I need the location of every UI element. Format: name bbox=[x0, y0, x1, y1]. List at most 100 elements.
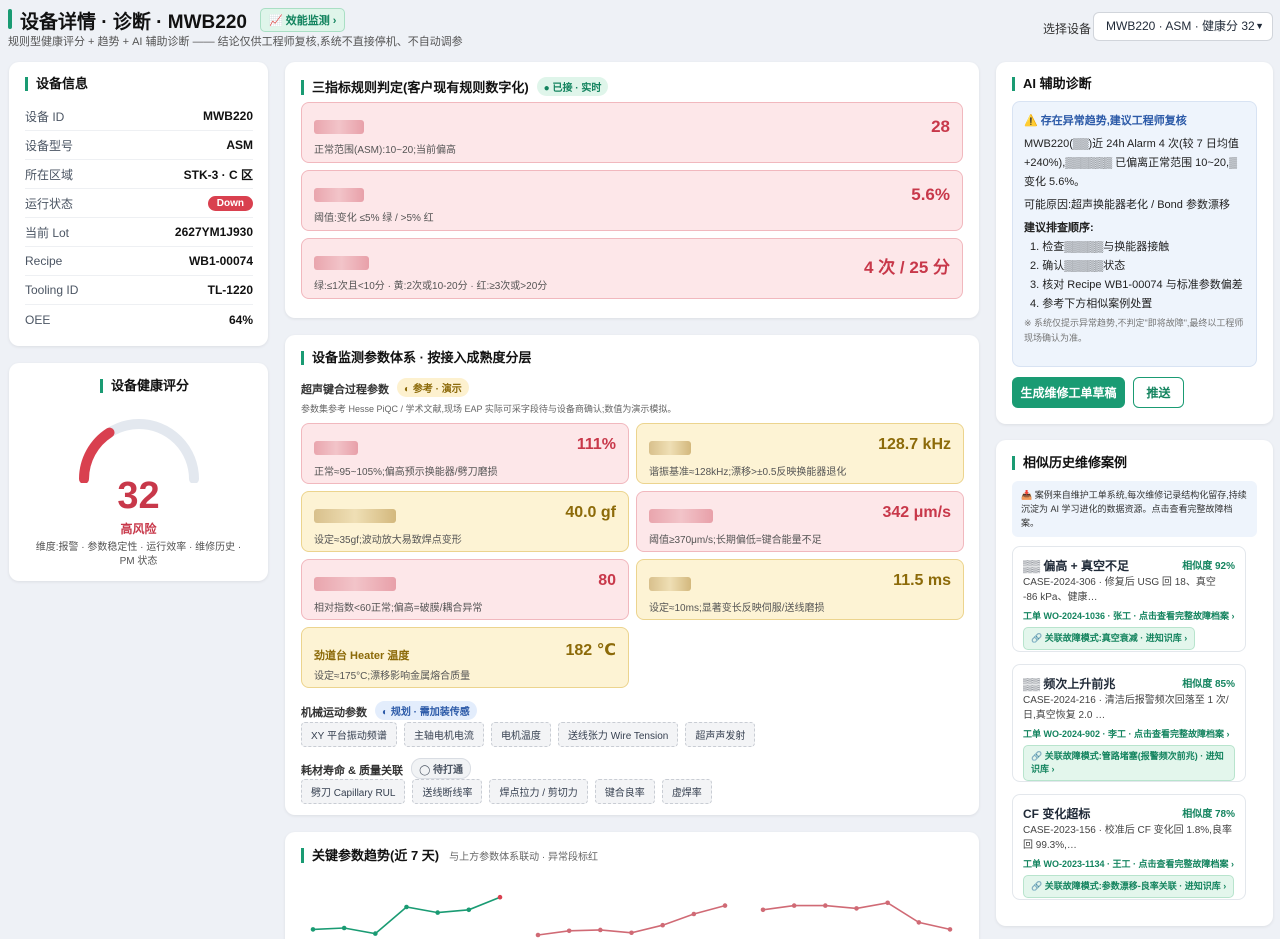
ai-alert: ⚠️ 存在异常趋势,建议工程师复核 bbox=[1024, 115, 1187, 127]
info-value: WB1-00074 bbox=[188, 254, 253, 268]
param-chip[interactable]: 主轴电机电流 bbox=[403, 722, 484, 747]
redacted-label bbox=[649, 577, 691, 591]
ai-steps-title: 建议排查顺序: bbox=[1024, 222, 1094, 234]
redacted-label bbox=[649, 509, 713, 523]
case-failure-mode-link[interactable]: 🔗 关联故障模式:管路堵塞(报警频次前兆) · 进知识库 › bbox=[1023, 745, 1235, 781]
param-value: 182 ℃ bbox=[565, 642, 616, 659]
gauge-track bbox=[79, 419, 199, 483]
redacted-label bbox=[314, 188, 364, 202]
page-subtitle: 规则型健康评分 + 趋势 + AI 辅助诊断 —— 结论仅供工程师复核,系统不直… bbox=[8, 36, 463, 48]
info-key: 所在区域 bbox=[25, 167, 74, 182]
trend-point bbox=[854, 906, 859, 911]
case-title: CF 变化超标 bbox=[1023, 807, 1091, 821]
ultra-badge: ◐ 参考 · 演示 bbox=[397, 378, 469, 397]
param-chip[interactable]: 电机温度 bbox=[490, 722, 551, 747]
info-row-tooling: Tooling ID TL-1220 bbox=[25, 276, 253, 305]
info-row-status: 运行状态 Down bbox=[25, 189, 253, 218]
consumable-section: 耗材寿命 & 质量关联 ◯ 待打通 bbox=[301, 758, 472, 779]
case-item[interactable]: ▒▒ 频次上升前兆 相似度 85% CASE-2024-216 · 清洁后报警频… bbox=[1012, 664, 1246, 782]
redacted-label bbox=[314, 256, 369, 270]
case-desc: CASE-2023-156 · 校准后 CF 变化回 1.8%,良率回 99.3… bbox=[1023, 825, 1232, 851]
rules-card: 三指标规则判定(客户现有规则数字化) ● 已接 · 实时 28 正常范围(ASM)… bbox=[285, 62, 979, 318]
health-title: 设备健康评分 bbox=[100, 379, 189, 393]
rule-desc: 绿:≤1次且<10分 · 黄:2次或10-20分 · 红:≥3次或>20分 bbox=[314, 281, 548, 292]
case-item[interactable]: ▒▒ 偏高 + 真空不足 相似度 92% CASE-2024-306 · 修复后… bbox=[1012, 546, 1246, 652]
rules-status-badge: ● 已接 · 实时 bbox=[536, 77, 609, 96]
device-select[interactable]: MWB220 · ASM · 健康分 32 ▼ bbox=[1093, 12, 1273, 41]
trend-point bbox=[629, 930, 634, 936]
param-card: 40.0 gf 设定≈35gf;波动放大易致焊点变形 bbox=[301, 491, 629, 552]
mech-chips: XY 平台振动频谱 主轴电机电流 电机温度 送线张力 Wire Tension … bbox=[301, 722, 756, 747]
redacted-label bbox=[314, 120, 364, 134]
case-item[interactable]: CF 变化超标 相似度 78% CASE-2023-156 · 校准后 CF 变… bbox=[1012, 794, 1246, 900]
trend-point bbox=[760, 907, 766, 913]
param-chip[interactable]: 劈刀 Capillary RUL bbox=[301, 779, 406, 804]
param-card: 劲道台 Heater 温度 182 ℃ 设定≈175°C;漂移影响金属熔合质量 bbox=[301, 627, 629, 688]
trend-point bbox=[691, 911, 697, 917]
case-work-order-link[interactable]: 工单 WO-2024-902 · 李工 · 点击查看完整故障档案 › bbox=[1023, 727, 1230, 740]
info-value: STK-3 · C 区 bbox=[183, 167, 253, 182]
ai-step: 3. 核对 Recipe WB1-00074 与标准参数偏差 bbox=[1030, 279, 1243, 291]
trend-point bbox=[404, 904, 409, 910]
health-score-value: 32 bbox=[117, 475, 160, 517]
param-desc: 谐振基准≈128kHz;漂移>±0.5反映换能器退化 bbox=[649, 467, 847, 478]
info-key: 设备型号 bbox=[25, 138, 74, 153]
trend-chart bbox=[310, 894, 953, 938]
info-row-oee: OEE 64% bbox=[25, 305, 253, 334]
info-value: 64% bbox=[228, 312, 253, 327]
param-desc: 设定≈175°C;漂移影响金属熔合质量 bbox=[314, 671, 471, 682]
info-row-area: 所在区域 STK-3 · C 区 bbox=[25, 160, 253, 189]
param-chip[interactable]: 超声声发射 bbox=[685, 722, 756, 747]
health-level: 高风险 bbox=[120, 522, 157, 536]
param-value: 128.7 kHz bbox=[878, 436, 951, 453]
ultra-section: 超声键合过程参数 ◐ 参考 · 演示 bbox=[301, 378, 469, 397]
trend-point bbox=[885, 900, 890, 906]
case-failure-mode-link[interactable]: 🔗 关联故障模式:参数漂移-良率关联 · 进知识库 › bbox=[1023, 875, 1235, 898]
efficiency-monitor-link[interactable]: 📈 效能监测 › bbox=[260, 8, 346, 32]
param-chip[interactable]: 送线张力 Wire Tension bbox=[557, 722, 679, 747]
ultra-note: 参数集参考 Hesse PiQC / 学术文献,现场 EAP 实际可采字段待与设… bbox=[301, 404, 677, 414]
case-title: ▒▒ 偏高 + 真空不足 bbox=[1023, 559, 1130, 573]
info-key: Recipe bbox=[25, 254, 63, 268]
page-title: 设备详情 · 诊断 · MWB220 bbox=[20, 12, 247, 33]
case-similarity: 相似度 92% bbox=[1182, 561, 1235, 572]
param-value: 40.0 gf bbox=[565, 504, 616, 521]
ai-title: AI 辅助诊断 bbox=[1012, 77, 1092, 91]
redacted-label bbox=[314, 509, 396, 523]
info-value: 2627YM1J930 bbox=[174, 225, 253, 239]
param-chip[interactable]: 焊点拉力 / 剪切力 bbox=[489, 779, 588, 804]
param-chip[interactable]: 虚焊率 bbox=[661, 779, 712, 804]
param-card: 128.7 kHz 谐振基准≈128kHz;漂移>±0.5反映换能器退化 bbox=[636, 423, 964, 484]
case-desc: CASE-2024-216 · 清洁后报警频次回落至 1 次/日,真空恢复 2.… bbox=[1023, 695, 1229, 721]
trend-point bbox=[823, 903, 828, 908]
redacted-label bbox=[649, 441, 691, 455]
redacted-label bbox=[314, 577, 396, 591]
param-card: 11.5 ms 设定≈10ms;显著变长反映伺服/送线磨损 bbox=[636, 559, 964, 620]
ultra-title: 超声键合过程参数 bbox=[301, 384, 389, 396]
title-accent bbox=[8, 9, 12, 29]
rule-item: 4 次 / 25 分 绿:≤1次且<10分 · 黄:2次或10-20分 · 红:… bbox=[301, 238, 963, 299]
consumable-chips: 劈刀 Capillary RUL 送线断线率 焊点拉力 / 剪切力 键合良率 虚… bbox=[301, 779, 712, 804]
trend-point bbox=[722, 903, 728, 908]
status-badge: Down bbox=[207, 195, 253, 211]
param-chip[interactable]: 送线断线率 bbox=[412, 779, 483, 804]
case-work-order-link[interactable]: 工单 WO-2023-1134 · 王工 · 点击查看完整故障档案 › bbox=[1023, 857, 1234, 870]
monitor-title: 设备监测参数体系 · 按接入成熟度分层 bbox=[301, 351, 532, 365]
ai-step: 2. 确认▒▒▒▒▒状态 bbox=[1030, 260, 1126, 272]
trend-point bbox=[466, 907, 472, 913]
generate-work-order-button[interactable]: 生成维修工单草稿 bbox=[1012, 377, 1125, 408]
param-card: 342 μm/s 阈值≥370μm/s;长期偏低=键合能量不足 bbox=[636, 491, 964, 552]
param-value: 342 μm/s bbox=[882, 504, 952, 521]
case-work-order-link[interactable]: 工单 WO-2024-1036 · 张工 · 点击查看完整故障档案 › bbox=[1023, 609, 1235, 622]
param-desc: 正常≈95~105%;偏高预示换能器/劈刀磨损 bbox=[314, 467, 498, 478]
trend-point bbox=[566, 928, 572, 934]
push-button[interactable]: 推送 bbox=[1133, 377, 1184, 408]
case-failure-mode-link[interactable]: 🔗 关联故障模式:真空衰减 · 进知识库 › bbox=[1023, 627, 1196, 650]
trend-point bbox=[660, 922, 665, 928]
trend-point bbox=[598, 927, 603, 933]
param-chip[interactable]: 键合良率 bbox=[594, 779, 655, 804]
case-similarity: 相似度 78% bbox=[1182, 809, 1235, 820]
device-info-title: 设备信息 bbox=[25, 77, 88, 91]
rule-value: 28 bbox=[931, 117, 950, 136]
param-chip[interactable]: XY 平台振动频谱 bbox=[301, 722, 397, 747]
